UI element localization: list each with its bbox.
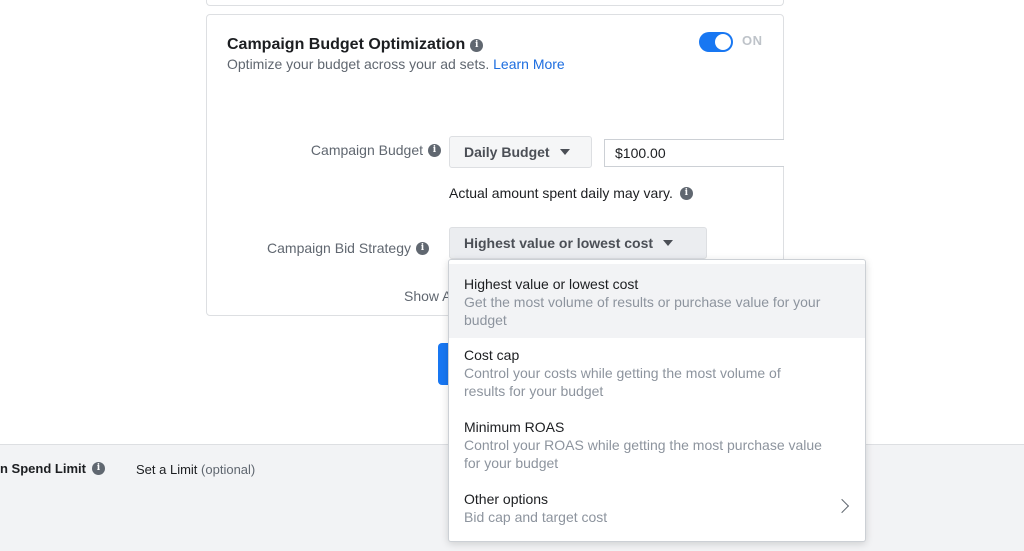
set-limit-text: Set a Limit <box>136 462 198 477</box>
budget-note: Actual amount spent daily may vary. i <box>449 185 693 201</box>
budget-note-text: Actual amount spent daily may vary. <box>449 185 673 201</box>
bid-option-description: Control your costs while getting the mos… <box>464 365 781 399</box>
spend-limit-label-text: n Spend Limit <box>0 461 86 476</box>
budget-amount-input[interactable] <box>604 139 784 167</box>
cbo-subtitle: Optimize your budget across your ad sets… <box>227 56 565 72</box>
bid-strategy-label: Campaign Bid Strategy i <box>267 240 429 256</box>
previous-card-edge <box>206 0 784 6</box>
bid-strategy-label-text: Campaign Bid Strategy <box>267 240 411 256</box>
bid-option-description: Get the most volume of results or purcha… <box>464 294 821 328</box>
cbo-title-row: Campaign Budget Optimization i <box>227 36 484 54</box>
cbo-title: Campaign Budget Optimization <box>227 36 466 53</box>
bid-option-other-options[interactable]: Other options Bid cap and target cost <box>449 482 865 540</box>
budget-type-label: Daily Budget <box>464 144 550 160</box>
info-icon[interactable]: i <box>416 241 429 255</box>
bid-option-minimum-roas[interactable]: Minimum ROAS Control your ROAS while get… <box>449 410 865 482</box>
spend-limit-label: n Spend Limit i <box>0 461 105 476</box>
info-icon[interactable]: i <box>679 186 693 200</box>
bid-strategy-selected: Highest value or lowest cost <box>464 235 654 251</box>
caret-down-icon <box>663 240 674 246</box>
toggle-knob <box>715 34 731 50</box>
campaign-budget-label-text: Campaign Budget <box>310 142 423 158</box>
bid-option-title: Cost cap <box>464 347 520 363</box>
bid-option-description: Control your ROAS while getting the most… <box>464 437 822 471</box>
bid-option-title: Other options <box>464 491 549 507</box>
info-icon[interactable]: i <box>91 462 105 475</box>
optional-text: (optional) <box>201 462 256 477</box>
toggle-state-label: ON <box>742 33 763 48</box>
bid-option-description: Bid cap and target cost <box>464 509 608 525</box>
campaign-budget-label: Campaign Budget i <box>311 142 441 158</box>
bid-option-title: Minimum ROAS <box>464 419 565 435</box>
cbo-toggle[interactable] <box>699 32 733 52</box>
set-limit-link[interactable]: Set a Limit (optional) <box>136 462 255 477</box>
bid-strategy-dropdown[interactable]: Highest value or lowest cost <box>449 227 707 259</box>
bid-option-title: Highest value or lowest cost <box>464 276 639 292</box>
budget-type-dropdown[interactable]: Daily Budget <box>449 136 592 168</box>
learn-more-link[interactable]: Learn More <box>493 56 565 72</box>
bid-option-cost-cap[interactable]: Cost cap Control your costs while gettin… <box>449 338 865 410</box>
bid-strategy-menu: Highest value or lowest cost Get the mos… <box>448 259 866 542</box>
caret-down-icon <box>559 149 570 155</box>
info-icon[interactable]: i <box>428 143 441 157</box>
show-more-link[interactable]: Show A <box>404 288 451 304</box>
info-icon[interactable]: i <box>470 38 484 52</box>
bid-option-highest-value[interactable]: Highest value or lowest cost Get the mos… <box>449 264 865 338</box>
cbo-subtitle-text: Optimize your budget across your ad sets… <box>227 56 490 72</box>
